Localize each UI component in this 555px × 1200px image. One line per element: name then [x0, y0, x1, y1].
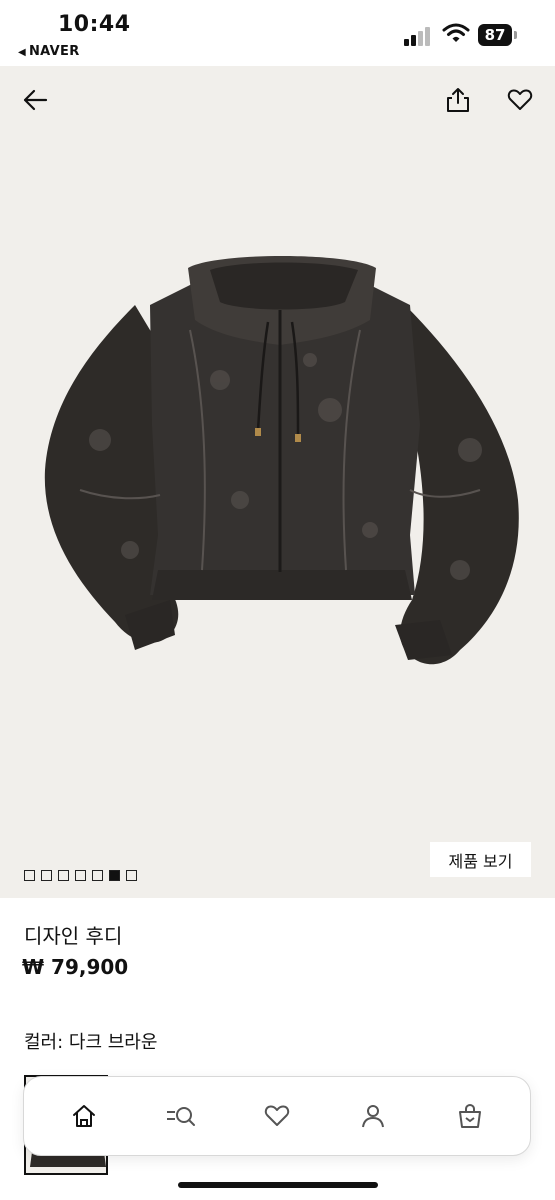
battery-icon: 87: [478, 24, 512, 46]
arrow-left-icon: [23, 89, 48, 111]
image-pager: [24, 870, 137, 881]
battery-tip: [514, 31, 517, 39]
nav-category-search[interactable]: [157, 1092, 205, 1140]
pager-dot[interactable]: [58, 870, 69, 881]
bottom-navigation: [23, 1076, 531, 1156]
share-icon: [447, 88, 469, 112]
color-label: 컬러: 다크 브라운: [24, 1032, 158, 1053]
cellular-signal-icon: [404, 24, 434, 46]
nav-my-page[interactable]: [349, 1092, 397, 1140]
back-app-label: NAVER: [29, 44, 80, 59]
home-indicator: [178, 1182, 378, 1188]
hoodie-product-image: [44, 256, 519, 665]
pager-dot[interactable]: [75, 870, 86, 881]
nav-home[interactable]: [60, 1092, 108, 1140]
category-search-icon: [166, 1107, 195, 1126]
pager-dot[interactable]: [24, 870, 35, 881]
home-icon: [73, 1105, 96, 1127]
pager-dot[interactable]: [92, 870, 103, 881]
pager-dot[interactable]: [109, 870, 120, 881]
back-button[interactable]: [19, 84, 51, 116]
view-product-button[interactable]: 제품 보기: [430, 842, 531, 877]
nav-cart[interactable]: [446, 1092, 494, 1140]
product-title: 디자인 후디: [24, 924, 123, 948]
user-icon: [362, 1105, 385, 1128]
heart-icon: [264, 1105, 290, 1126]
share-button[interactable]: [442, 84, 474, 116]
wifi-icon: [442, 23, 470, 42]
wishlist-button[interactable]: [504, 84, 536, 116]
back-to-app-link[interactable]: ◀ NAVER: [18, 44, 80, 59]
status-bar: 10:44 ◀ NAVER 87: [0, 0, 555, 66]
shopping-bag-icon: [458, 1103, 481, 1128]
nav-wishlist[interactable]: [253, 1092, 301, 1140]
pager-dot[interactable]: [126, 870, 137, 881]
status-time: 10:44: [58, 12, 131, 37]
product-price: ₩ 79,900: [22, 955, 129, 979]
pager-dot[interactable]: [41, 870, 52, 881]
back-triangle-icon: ◀: [18, 47, 26, 58]
heart-icon: [507, 89, 533, 110]
